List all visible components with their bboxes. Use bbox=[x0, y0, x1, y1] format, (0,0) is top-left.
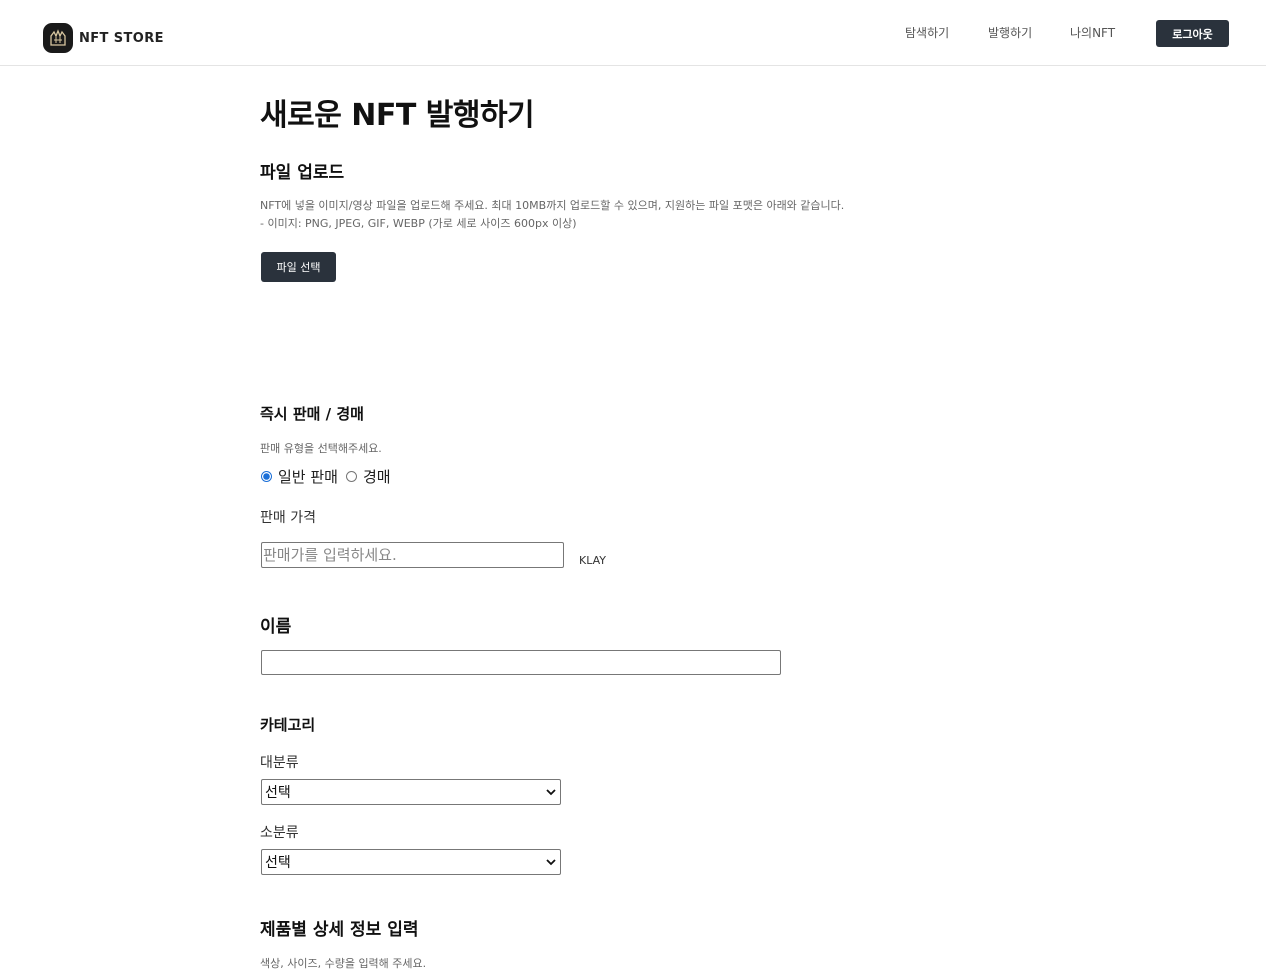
top-header: NFT STORE 탐색하기 발행하기 나의NFT 로그아웃 bbox=[0, 0, 1266, 66]
page-title: 새로운 NFT 발행하기 bbox=[260, 98, 535, 133]
logo-text: NFT STORE bbox=[79, 30, 164, 46]
major-category-value: 선택 bbox=[265, 785, 291, 801]
sale-section-title: 즉시 판매 / 경매 bbox=[260, 405, 364, 423]
radio-fixed-sale-label[interactable]: 일반 판매 bbox=[278, 466, 338, 487]
minor-category-label: 소분류 bbox=[260, 825, 299, 841]
details-description: 색상, 사이즈, 수량을 입력해 주세요. bbox=[260, 957, 427, 970]
name-input[interactable] bbox=[261, 650, 781, 675]
minor-category-value: 선택 bbox=[265, 855, 291, 871]
minor-category-select[interactable]: 선택 bbox=[261, 849, 561, 875]
file-select-button[interactable]: 파일 선택 bbox=[261, 252, 336, 282]
logo-badge-icon bbox=[43, 23, 73, 53]
price-unit: KLAY bbox=[579, 554, 606, 567]
nav-my-nft[interactable]: 나의NFT bbox=[1070, 24, 1115, 41]
logout-button[interactable]: 로그아웃 bbox=[1156, 20, 1229, 47]
chevron-down-icon bbox=[546, 788, 556, 795]
price-label: 판매 가격 bbox=[260, 510, 316, 526]
radio-auction-label[interactable]: 경매 bbox=[363, 466, 391, 487]
price-input[interactable] bbox=[261, 542, 564, 568]
major-category-select[interactable]: 선택 bbox=[261, 779, 561, 805]
upload-section-title: 파일 업로드 bbox=[260, 163, 345, 183]
major-category-label: 대분류 bbox=[260, 755, 299, 771]
category-section-title: 카테고리 bbox=[260, 716, 316, 734]
upload-description: NFT에 넣을 이미지/영상 파일을 업로드해 주세요. 최대 10MB까지 업… bbox=[260, 197, 900, 233]
upload-desc-line-1: NFT에 넣을 이미지/영상 파일을 업로드해 주세요. 최대 10MB까지 업… bbox=[260, 199, 845, 212]
name-section-title: 이름 bbox=[260, 617, 292, 637]
chevron-down-icon bbox=[546, 858, 556, 865]
upload-desc-line-2: - 이미지: PNG, JPEG, GIF, WEBP (가로 세로 사이즈 6… bbox=[260, 217, 577, 230]
radio-auction[interactable] bbox=[345, 471, 357, 482]
nav-mint[interactable]: 발행하기 bbox=[988, 24, 1032, 41]
sale-type-radio-group: 일반 판매 경매 bbox=[259, 466, 391, 487]
logo[interactable]: NFT STORE bbox=[43, 23, 164, 53]
sale-description: 판매 유형을 선택해주세요. bbox=[260, 442, 382, 455]
nav-explore[interactable]: 탐색하기 bbox=[905, 24, 949, 41]
details-section-title: 제품별 상세 정보 입력 bbox=[260, 920, 419, 940]
radio-fixed-sale[interactable] bbox=[261, 471, 272, 482]
